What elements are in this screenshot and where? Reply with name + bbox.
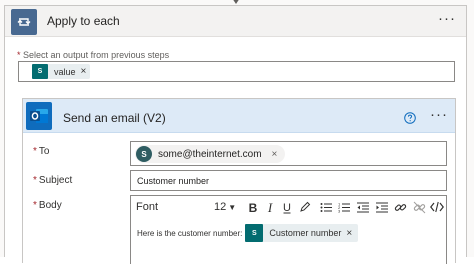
remove-token-icon[interactable]: ×	[81, 66, 87, 77]
apply-to-each-card: Apply to each ··· * Select an output fro…	[4, 5, 467, 264]
subject-label-text: Subject	[38, 175, 73, 186]
loop-tile	[11, 9, 37, 35]
select-output-label: * Select an output from previous steps	[17, 50, 169, 60]
loop-icon	[17, 18, 31, 26]
chevron-down-icon: ▼	[228, 203, 237, 212]
underline-button[interactable]: U	[281, 199, 293, 215]
numbered-list-button[interactable]: 1 2 3	[337, 199, 351, 215]
code-view-button[interactable]	[430, 199, 444, 215]
required-mark: *	[33, 146, 37, 157]
svg-text:I: I	[267, 201, 273, 213]
italic-button[interactable]: I	[265, 199, 275, 215]
numbered-list-icon: 1 2 3	[338, 202, 350, 213]
sharepoint-icon: S	[245, 224, 264, 242]
decrease-indent-icon	[357, 202, 369, 212]
unlink-button[interactable]	[412, 199, 426, 215]
code-view-icon	[430, 201, 444, 213]
recipient-email: some@theinternet.com	[158, 148, 262, 160]
select-output-input[interactable]: S value ×	[18, 61, 455, 82]
value-token[interactable]: S value ×	[32, 64, 91, 79]
sharepoint-icon: S	[32, 64, 48, 79]
remove-recipient-icon[interactable]: ×	[272, 149, 278, 160]
italic-icon: I	[267, 201, 273, 213]
svg-text:U: U	[283, 202, 291, 214]
bold-icon: B	[249, 201, 258, 213]
font-size-select[interactable]: 12 ▼	[214, 201, 236, 213]
remove-token-icon[interactable]: ×	[346, 228, 352, 239]
bold-button[interactable]: B	[247, 199, 259, 215]
decrease-indent-button[interactable]	[356, 199, 370, 215]
link-icon	[394, 203, 406, 211]
font-family-select[interactable]: Font	[136, 201, 158, 213]
subject-label: * Subject	[33, 175, 72, 186]
svg-text:B: B	[249, 201, 258, 213]
increase-indent-icon	[376, 202, 388, 212]
increase-indent-button[interactable]	[375, 199, 389, 215]
body-content[interactable]: Here is the customer number: S Customer …	[137, 223, 359, 243]
subject-field[interactable]: Customer number	[130, 170, 447, 191]
outlook-tile	[26, 102, 52, 130]
send-email-header[interactable]: Send an email (V2) ···	[23, 99, 455, 133]
recipient-chip[interactable]: S some@theinternet.com ×	[135, 145, 286, 163]
underline-icon: U	[283, 202, 291, 214]
send-email-title: Send an email (V2)	[63, 111, 166, 125]
body-text: Here is the customer number:	[137, 228, 243, 238]
font-size-value: 12	[214, 201, 227, 213]
unlink-icon	[413, 201, 425, 213]
pen-button[interactable]	[298, 199, 312, 215]
connector-arrow-icon	[233, 0, 239, 4]
bulleted-list-icon	[320, 202, 332, 212]
required-mark: *	[33, 200, 37, 211]
apply-to-each-title: Apply to each	[47, 14, 120, 28]
send-email-card: Send an email (V2) ··· * To S some@theint…	[22, 98, 456, 264]
outlook-icon	[30, 109, 48, 123]
body-editor[interactable]: Font 12 ▼ B I U 1 2 3 Here is the custom…	[130, 195, 447, 264]
font-family-value: Font	[136, 201, 159, 213]
body-label-text: Body	[38, 200, 62, 211]
email-more-options-button[interactable]: ···	[430, 107, 448, 122]
apply-to-each-header[interactable]: Apply to each ···	[5, 6, 466, 37]
body-label: * Body	[33, 200, 62, 211]
link-button[interactable]	[393, 199, 407, 215]
to-field[interactable]: S some@theinternet.com ×	[130, 141, 447, 166]
required-mark: *	[17, 50, 21, 60]
svg-text:3: 3	[338, 208, 341, 213]
subject-value: Customer number	[137, 176, 210, 186]
help-icon[interactable]	[404, 112, 416, 124]
formatting-toolbar: Font 12 ▼ B I U 1 2 3	[131, 196, 446, 218]
select-output-label-text: Select an output from previous steps	[23, 50, 170, 60]
customer-number-token[interactable]: S Customer number ×	[245, 224, 359, 242]
required-mark: *	[33, 175, 37, 186]
bulleted-list-button[interactable]	[319, 199, 333, 215]
customer-number-token-label: Customer number	[269, 228, 342, 238]
flow-canvas: Apply to each ··· * Select an output fro…	[0, 0, 474, 264]
pen-icon	[300, 201, 311, 212]
avatar: S	[136, 146, 152, 162]
to-label: * To	[33, 146, 49, 157]
value-token-label: value	[54, 66, 76, 77]
to-label-text: To	[38, 146, 50, 157]
apply-more-options-button[interactable]: ···	[438, 11, 456, 26]
